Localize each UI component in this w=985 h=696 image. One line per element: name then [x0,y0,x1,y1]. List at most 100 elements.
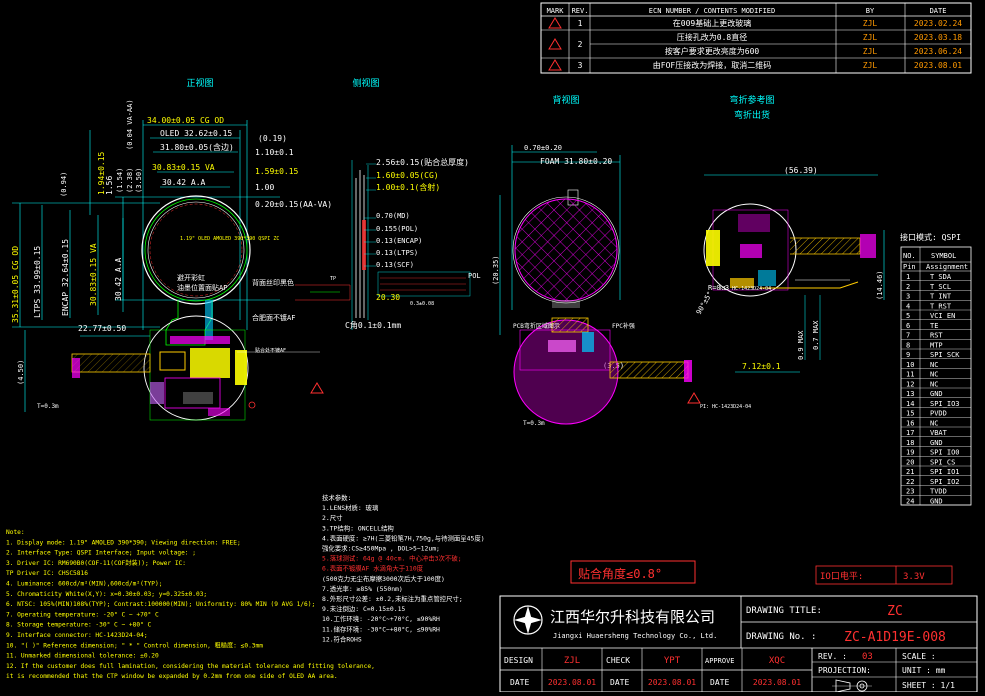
rev-row-date: 2023.08.01 [914,61,962,70]
rev-header-mark: MARK [547,7,565,15]
pin-header-no: NO. [903,252,916,260]
sheet-label: SHEET : 1/1 [902,681,955,690]
note-line: 5. Chromaticity White(X,Y): x=0.30±0.03;… [6,591,207,598]
note-pcb-bend: PCB弯折区域图示 [513,322,560,330]
approve-value: XQC [769,656,785,666]
dim-front-d11: (0.94) [60,172,68,197]
pin-symbol: GND [930,497,943,505]
dim-front-d3: 31.80±0.05(含边) [160,142,234,152]
tech-line: 8.外形尺寸公差: ±0.2,未标注为重点管控尺寸; [322,594,463,603]
dim-front-d2: OLED 32.62±0.15 [160,129,232,138]
tech-line: 11.储存环境: -30°C~+80°C, ≤90%RH [322,624,440,633]
drawing-title-label: DRAWING TITLE: [746,606,822,616]
pin-symbol: SPI_IO3 [930,400,960,408]
company-name-cn: 江西华尔升科技有限公司 [550,608,715,626]
tech-line: (500克力无尘布摩擦3000次后大于100度) [322,574,445,583]
pin-number: 4 [906,302,910,310]
design-label: DESIGN [504,656,533,665]
rev-row-rev: 2 [578,40,583,49]
pin-symbol: SPI_IO0 [930,449,960,457]
pin-number: 23 [906,488,914,496]
tech-line: 1.LENS材质: 玻璃 [322,503,379,512]
pin-number: 3 [906,293,910,301]
note-line: Note: [6,529,25,536]
pin-symbol: VBAT [930,429,948,437]
date-approve: 2023.08.01 [753,678,801,687]
tech-line: 6.表面不镀膜AF 水滴角大于110度 [322,564,424,573]
dim-back-b3: (20.35) [492,255,500,285]
rev-row-date: 2023.02.24 [914,19,962,28]
approve-label: APPROVE [705,657,735,665]
dim-front-v2: LTPS 33.99±0.15 [33,246,42,318]
callout-io: IO口电平: 3.3V [815,565,953,585]
rev-header-by: BY [866,7,875,15]
rev-row-date: 2023.06.24 [914,47,962,56]
rev-row-content: 按客户要求更改亮度为600 [665,46,760,56]
warning-icon [687,392,701,404]
callout-io-value: 3.3V [903,572,925,582]
note-line: 7. Operating temperature: -20° C ~ +70° … [6,610,159,618]
front-pitch: T=0.3m [37,403,59,410]
side-tp: TP [330,276,336,282]
callout-io-label: IO口电平: [820,570,863,582]
revision-table: MARK REV. ECN NUMBER / CONTENTS MODIFIED… [540,2,972,74]
pin-symbol: TE [930,322,938,330]
pin-symbol: T_RST [930,302,952,310]
check-label: CHECK [606,656,630,665]
dim-bend-w5: 7.12±0.1 [742,362,781,371]
dim-bend-w2: (14.46) [876,270,884,300]
pin-number: 10 [906,361,914,369]
pin-symbol: MTP [930,341,943,349]
view-title-back: 背视图 [552,94,579,106]
dim-side-s3: 1.00±0.1(含射) [376,182,440,192]
dim-front-d9: 1.00 [255,183,274,192]
view-subtitle-bend: 弯折出货 [734,109,770,121]
tech-line: 3.TP结构: ONCELL结构 [322,523,394,532]
dim-side-s4: 0.70(MD) [376,212,410,220]
pin-symbol: NC [930,371,938,379]
pin-number: 6 [906,322,910,330]
dim-side-s8: 0.13(SCF) [376,261,414,269]
dim-front-d6: (0.19) [258,134,287,143]
rev-row-rev: 3 [578,61,583,70]
front-view: 34.00±0.05 CG OD OLED 32.62±0.15 31.80±0… [11,99,332,421]
note-line: 4. Luminance: 600cd/m²(MIN),600cd/m²(TYP… [6,581,162,588]
bend-tag: PI: HC-1423D24-04 [720,286,771,292]
callout-angle: 贴合角度≤0.8° [570,560,696,584]
note-line: it is recommended that the CTP window be… [6,673,338,680]
rev-row-rev: 1 [578,19,583,28]
pin-symbol: NC [930,361,938,369]
dim-back-b1: 0.70±0.20 [524,144,562,152]
rev-value: 03 [862,652,873,662]
dim-front-d13: (2.38) [126,168,134,193]
view-title-side: 侧视图 [352,77,379,89]
dim-front-d4: 30.83±0.15 VA [152,163,215,172]
dim-front-v4: 30.83±0.15 VA [89,243,98,306]
bend-view: (56.39) (14.46) R=0.3 90°±5° 0.9 MAX 0.7… [695,166,885,373]
dim-side-s9: 20.30 [376,293,400,302]
dim-side-s1: 2.56±0.15(贴合总厚度) [376,157,469,167]
dim-side-s6: 0.13(ENCAP) [376,237,422,245]
drawing-no-label: DRAWING No. : [746,632,816,642]
note-line: 12. If the customer does full lamination… [6,663,375,670]
pin-symbol: GND [930,439,943,447]
note-line: 9. Interface connector: HC-1423D24-04; [6,632,148,639]
unit-label: UNIT : mm [902,666,946,675]
dim-side-s5: 0.155(POL) [376,225,418,233]
dim-front-d8: 1.59±0.15 [255,167,299,176]
tech-line: 4.表面硬度: ≥7H(三菱铅笔7H,750g,与待测面呈45度) [322,533,485,542]
note-fpc-stiffener: FPC补强 [612,322,635,330]
pin-number: 1 [906,273,910,281]
dim-side-s2: 1.60±0.05(CG) [376,171,439,180]
tech-params: 技术参数:1.LENS材质: 玻璃2.尺寸3.TP结构: ONCELL结构4.表… [322,493,485,643]
note-line: 8. Storage temperature: -30° C ~ +80° C [6,621,152,629]
dim-bend-w4: 0.7 MAX [812,320,820,350]
panel-label: 1.19" OLED AMOLED 390*390 QSPI ZC [180,236,279,242]
warning-icon [548,59,562,71]
engineering-drawing: MARK REV. ECN NUMBER / CONTENTS MODIFIED… [6,2,978,693]
pin-symbol: TVDD [930,488,947,496]
note-ink: 油墨位置面贴AP [177,283,227,292]
dim-front-v5: 30.42 A.A [114,257,123,301]
pin-symbol: T_SCL [930,283,951,291]
drawing-title: ZC [887,604,903,619]
